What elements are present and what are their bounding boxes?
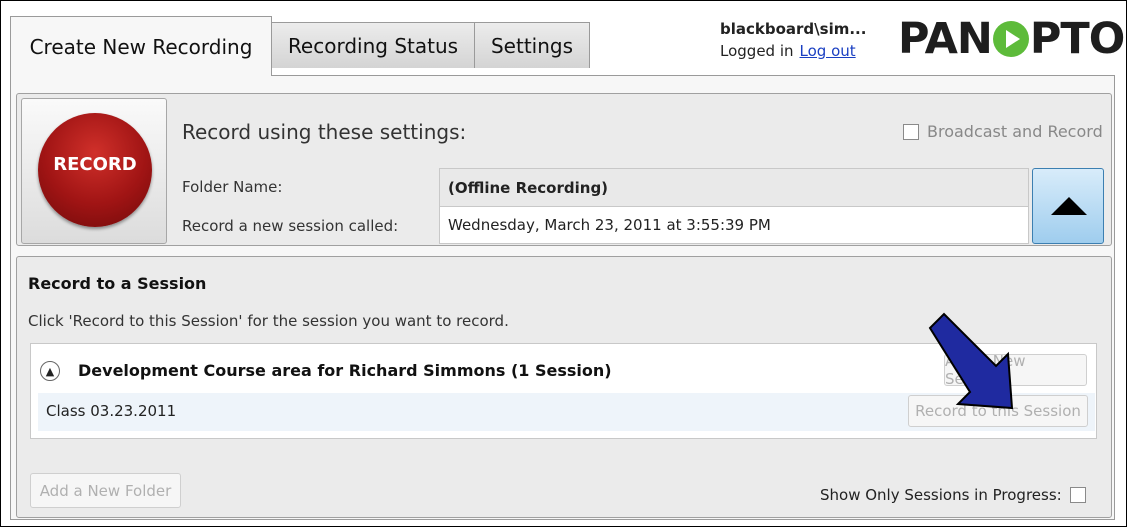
- folder-name-value[interactable]: (Offline Recording): [440, 169, 1028, 207]
- pointer-arrow-icon: [928, 312, 1014, 410]
- session-name: Class 03.23.2011: [46, 402, 177, 420]
- login-status: Logged in: [720, 42, 794, 60]
- chevron-up-icon[interactable]: ▲: [40, 361, 60, 381]
- user-info: blackboard\sim... Logged in Log out: [720, 18, 866, 62]
- show-only-checkbox[interactable]: [1069, 487, 1086, 503]
- broadcast-option[interactable]: Broadcast and Record: [903, 122, 1103, 141]
- session-name-label: Record a new session called:: [182, 217, 399, 235]
- record-circle-icon: RECORD: [38, 113, 152, 227]
- tab-recording-status[interactable]: Recording Status: [271, 22, 475, 68]
- logo-text-right: PTO: [1029, 14, 1125, 64]
- user-name: blackboard\sim...: [720, 20, 867, 38]
- section-description: Click 'Record to this Session' for the s…: [28, 312, 509, 330]
- folder-name-label: Folder Name:: [182, 178, 283, 196]
- folder-title: Development Course area for Richard Simm…: [78, 361, 612, 380]
- session-name-input[interactable]: Wednesday, March 23, 2011 at 3:55:39 PM: [440, 207, 1028, 243]
- add-new-folder-button[interactable]: Add a New Folder: [30, 473, 181, 508]
- record-label: RECORD: [53, 153, 137, 175]
- tab-create-new-recording[interactable]: Create New Recording: [10, 16, 272, 76]
- panopto-logo: PAN PTO: [898, 14, 1125, 64]
- logo-text-left: PAN: [898, 14, 993, 64]
- show-only-in-progress[interactable]: Show Only Sessions in Progress:: [820, 486, 1086, 504]
- section-title: Record to a Session: [28, 274, 207, 293]
- settings-heading: Record using these settings:: [182, 120, 467, 144]
- broadcast-label: Broadcast and Record: [927, 122, 1103, 141]
- logout-link[interactable]: Log out: [800, 42, 856, 60]
- record-button[interactable]: RECORD: [21, 98, 167, 244]
- settings-fields: (Offline Recording) Wednesday, March 23,…: [439, 168, 1029, 244]
- show-only-label: Show Only Sessions in Progress:: [820, 486, 1062, 504]
- broadcast-checkbox[interactable]: [903, 123, 919, 140]
- play-logo-icon: [992, 21, 1029, 57]
- tab-settings[interactable]: Settings: [474, 22, 590, 68]
- collapse-up-button[interactable]: [1032, 168, 1104, 244]
